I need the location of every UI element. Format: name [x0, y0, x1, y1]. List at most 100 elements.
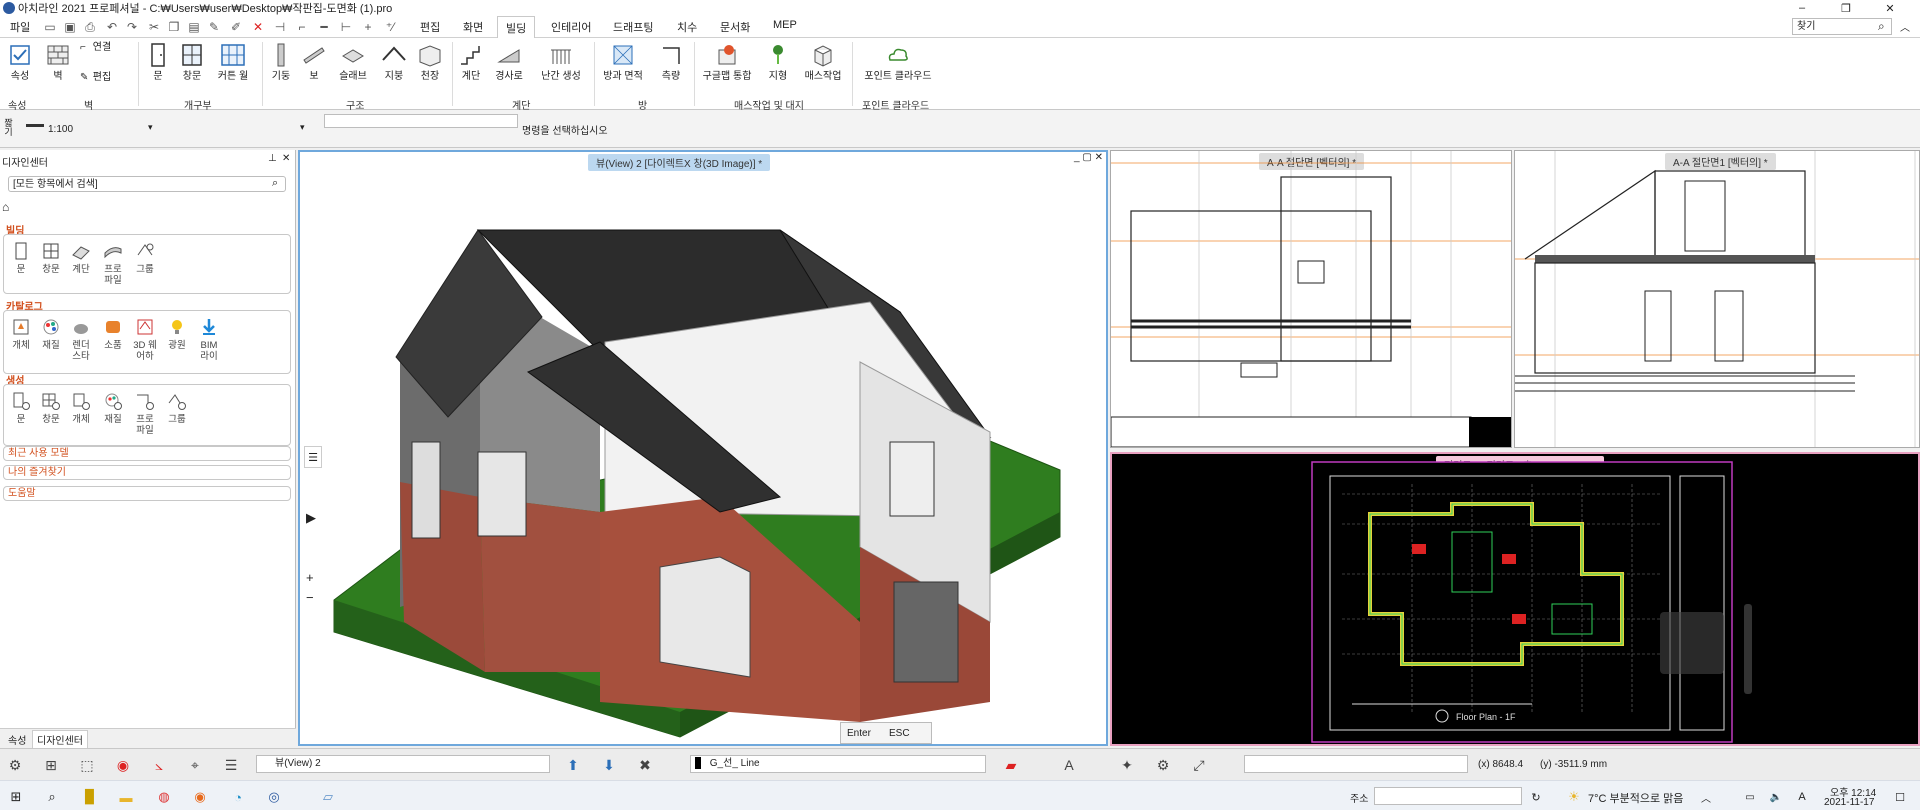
building-item-door[interactable]: 문 — [8, 241, 34, 275]
roof-button[interactable]: 지붕 — [380, 42, 408, 82]
clock-date[interactable]: 2021-11-17 — [1824, 797, 1874, 808]
catalog-item-light[interactable]: 광원 — [164, 317, 190, 351]
expand-panel-icon[interactable]: ▶ — [306, 510, 316, 526]
ramp-button[interactable]: 경사로 — [492, 42, 526, 82]
search-field[interactable]: [모든 항목에서 검색] — [8, 176, 286, 192]
tab-interior[interactable]: 인테리어 — [551, 19, 591, 35]
select-icon[interactable]: ⌖ — [184, 754, 206, 776]
view-select[interactable]: 뷰(View) 2 — [256, 755, 550, 773]
eraser-icon[interactable]: ▰ — [1000, 754, 1022, 776]
floor-plan-view[interactable]: 평면도 - - 평면도-1층 (12900 mm) * Floor Plan -… — [1110, 452, 1920, 746]
window-button[interactable]: 창문 — [178, 42, 206, 82]
connect-button[interactable]: ⌐ 연결 — [80, 42, 130, 53]
start-icon[interactable]: ⊞ — [6, 787, 26, 807]
my-favorites[interactable]: 나의 즐겨찾기 — [3, 465, 291, 480]
zoom-in-icon[interactable]: + — [306, 570, 314, 585]
firefox-icon[interactable]: ◉ — [190, 787, 210, 807]
settings-icon[interactable]: ⚙ — [4, 754, 26, 776]
tab-building[interactable]: 빌딩 — [497, 16, 536, 38]
enter-key[interactable]: Enter — [847, 728, 871, 739]
tab-document[interactable]: 문서화 — [720, 19, 750, 35]
command-input[interactable] — [324, 114, 518, 128]
paint-icon[interactable]: ✎ — [206, 19, 222, 35]
create-item-window[interactable]: 창문 — [38, 391, 64, 425]
search-icon[interactable]: ⌕ — [1878, 19, 1885, 34]
home-icon[interactable]: ⌂ — [2, 200, 9, 214]
minimize-button[interactable]: – — [1780, 0, 1824, 16]
beam-button[interactable]: 보 — [302, 42, 326, 82]
magnet-icon[interactable]: ◉ — [112, 754, 134, 776]
section-view-2[interactable]: A-A 절단면1 [벡터의] * — [1514, 150, 1920, 448]
measure-icon[interactable]: ⁺⁄ — [382, 19, 398, 35]
tab-view[interactable]: 화면 — [463, 19, 483, 35]
door-button[interactable]: 문 — [146, 42, 170, 82]
cut-icon[interactable]: ✂ — [146, 19, 162, 35]
close-icon[interactable]: ✕ — [282, 153, 290, 164]
pen-icon[interactable]: ✐ — [228, 19, 244, 35]
zoom-slider[interactable] — [1744, 604, 1752, 694]
weather-text[interactable]: 7°C 부분적으로 맑음 — [1588, 790, 1683, 806]
building-item-window[interactable]: 창문 — [38, 241, 64, 275]
catalog-item-bim[interactable]: BIM 라이 — [196, 317, 222, 362]
ortho-icon[interactable]: ⌐ — [294, 19, 310, 35]
app-window-icon[interactable]: ▱ — [318, 787, 338, 807]
coordinate-input[interactable] — [1244, 755, 1468, 773]
grid-icon[interactable]: ⊞ — [40, 754, 62, 776]
catalog-item-material[interactable]: 재질 — [38, 317, 64, 351]
catalog-item-render[interactable]: 렌더 스타 — [68, 317, 94, 362]
list-view-icon[interactable]: ☰ — [220, 754, 242, 776]
tab-drafting[interactable]: 드래프팅 — [613, 19, 653, 35]
copy-icon[interactable]: ❐ — [166, 19, 182, 35]
magnifier-icon[interactable]: ⌕ — [272, 177, 278, 190]
snap-icon[interactable]: ⊣ — [272, 19, 288, 35]
point-cloud-button[interactable]: 포인트 클라우드 — [860, 42, 936, 82]
volume-icon[interactable]: 🔈 — [1766, 787, 1786, 807]
navigation-widget[interactable] — [1660, 612, 1724, 674]
edit-button[interactable]: ✎ 편집 — [80, 72, 130, 83]
axis-icon[interactable]: ⦣ — [148, 754, 170, 776]
zoom-out-icon[interactable]: − — [306, 590, 314, 605]
building-item-group[interactable]: 그룹 — [132, 241, 158, 275]
dim-icon[interactable]: ⊢ — [338, 19, 354, 35]
catalog-item-3d-warehouse[interactable]: 3D 웨 어하 — [132, 317, 158, 362]
building-item-stair[interactable]: 계단 — [68, 241, 94, 275]
property-button[interactable]: 속성 — [6, 42, 34, 82]
save-icon[interactable]: ▣ — [62, 19, 78, 35]
tab-mep[interactable]: MEP — [773, 19, 797, 31]
arrow-up-icon[interactable]: ⬆ — [562, 754, 584, 776]
measure-button[interactable]: 측량 — [656, 42, 686, 82]
connect-tool-icon[interactable]: ⤢ — [1188, 754, 1210, 776]
layer-dropdown-icon[interactable]: ▾ — [300, 122, 305, 133]
system-tray-icon[interactable]: ︿ — [1696, 787, 1716, 807]
maximize-button[interactable]: ❐ — [1824, 0, 1868, 16]
create-item-door[interactable]: 문 — [8, 391, 34, 425]
archline-icon[interactable]: ◎ — [264, 787, 284, 807]
catalog-item-props[interactable]: 소품 — [100, 317, 126, 351]
layer-select[interactable]: G_선_ Line — [690, 755, 986, 773]
scale-value[interactable]: 1:100 — [48, 124, 73, 135]
wall-button[interactable]: 벽 — [44, 42, 72, 82]
menu-file[interactable]: 파일 — [10, 19, 30, 35]
delete-icon[interactable]: ✕ — [250, 19, 266, 35]
arrow-down-icon[interactable]: ⬇ — [598, 754, 620, 776]
pin-icon[interactable]: ⊥ — [268, 153, 277, 164]
google-map-button[interactable]: 구글맵 통합 — [698, 42, 756, 82]
frame-icon[interactable]: ⬚ — [76, 754, 98, 776]
room-area-button[interactable]: 방과 면적 — [600, 42, 646, 82]
chevron-up-icon[interactable]: ︿ — [1900, 19, 1910, 34]
ceiling-button[interactable]: 천장 — [416, 42, 444, 82]
help[interactable]: 도움말 — [3, 486, 291, 501]
tab-dimension[interactable]: 치수 — [677, 19, 697, 35]
building-item-profile[interactable]: 프로 파일 — [100, 241, 126, 286]
more-icon[interactable]: + — [360, 19, 376, 35]
terrain-button[interactable]: 지형 — [762, 42, 794, 82]
weather-icon[interactable]: ☀ — [1564, 787, 1584, 807]
refresh-icon[interactable]: ↻ — [1526, 787, 1546, 807]
ime-icon[interactable]: A — [1792, 787, 1812, 807]
stair-button[interactable]: 계단 — [458, 42, 484, 82]
tab-properties[interactable]: 속성 — [8, 732, 26, 747]
mass-button[interactable]: 매스작업 — [802, 42, 844, 82]
railing-button[interactable]: 난간 생성 — [538, 42, 584, 82]
undo-icon[interactable]: ↶ — [104, 19, 120, 35]
create-item-group[interactable]: 그룹 — [164, 391, 190, 425]
